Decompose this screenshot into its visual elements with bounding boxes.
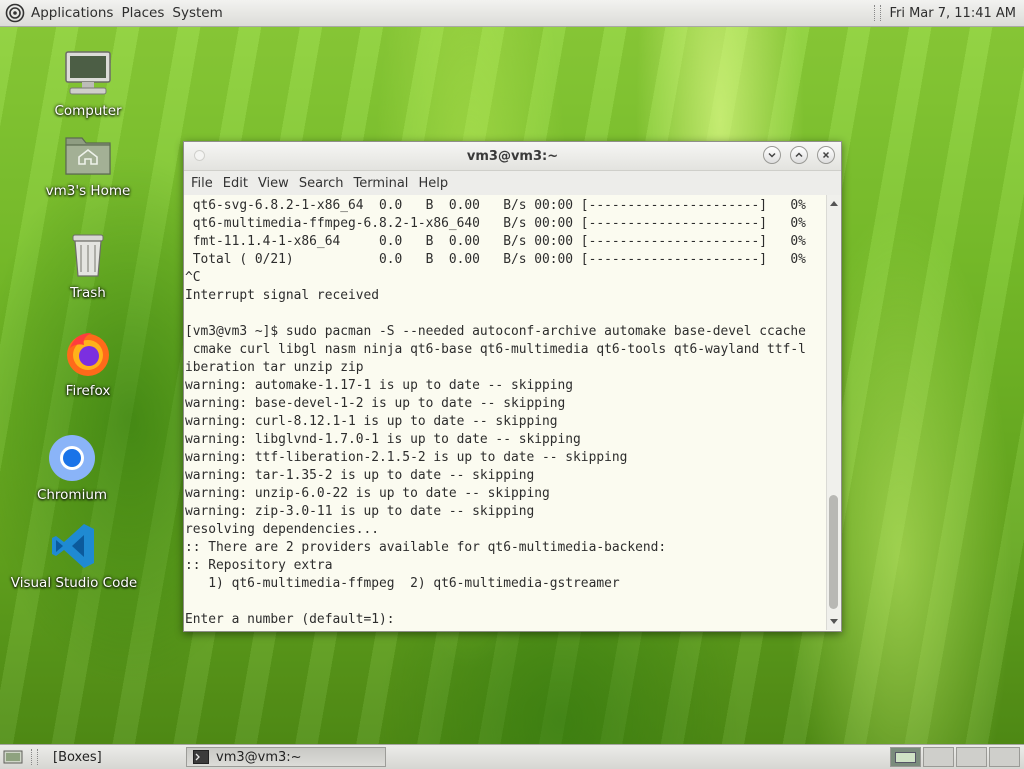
minimize-button[interactable] (763, 146, 781, 164)
terminal-lines: qt6-svg-6.8.2-1-x86_64 0.0 B 0.00 B/s 00… (184, 195, 827, 629)
places-menu[interactable]: Places (119, 5, 170, 21)
system-menu[interactable]: System (170, 5, 228, 21)
terminal-line: warning: zip-3.0-11 is up to date -- ski… (185, 504, 535, 519)
desktop-icon-trash[interactable]: Trash (33, 230, 143, 301)
vscode-icon (52, 524, 94, 568)
menu-search[interactable]: Search (294, 176, 349, 191)
terminal-line: warning: unzip-6.0-22 is up to date -- s… (185, 486, 550, 501)
scroll-up-arrow-icon[interactable] (830, 201, 838, 206)
terminal-menubar: File Edit View Search Terminal Help (184, 171, 841, 196)
terminal-line: ^C (185, 270, 201, 285)
desktop-icon-label: Trash (70, 285, 106, 301)
chromium-icon (49, 435, 95, 481)
terminal-line: [vm3@vm3 ~]$ sudo pacman -S --needed aut… (185, 324, 806, 339)
workspace-2[interactable] (923, 747, 954, 767)
window-title: vm3@vm3:~ (466, 148, 559, 164)
chevron-up-icon (795, 152, 803, 158)
terminal-line: :: There are 2 providers available for q… (185, 540, 667, 555)
terminal-window[interactable]: vm3@vm3:~ File Edit View Search Terminal… (183, 141, 842, 632)
distro-logo-icon[interactable] (5, 3, 25, 23)
clock[interactable]: Fri Mar 7, 11:41 AM (889, 6, 1016, 21)
terminal-line: qt6-svg-6.8.2-1-x86_64 0.0 B 0.00 B/s 00… (185, 198, 806, 213)
workspace-3[interactable] (956, 747, 987, 767)
show-desktop-icon[interactable] (3, 749, 23, 765)
close-button[interactable] (817, 146, 835, 164)
terminal-line: cmake curl libgl nasm ninja qt6-base qt6… (185, 342, 806, 357)
terminal-line: fmt-11.1.4-1-x86_64 0.0 B 0.00 B/s 00:00… (185, 234, 806, 249)
taskbar-item-boxes[interactable]: [Boxes] (46, 747, 186, 767)
workspace-4[interactable] (989, 747, 1020, 767)
terminal-line: warning: base-devel-1-2 is up to date --… (185, 396, 566, 411)
menu-terminal[interactable]: Terminal (348, 176, 413, 191)
desktop-icon-vscode[interactable]: Visual Studio Code (11, 520, 137, 591)
terminal-icon (193, 750, 209, 764)
computer-icon (65, 51, 111, 95)
menu-file[interactable]: File (186, 176, 218, 191)
desktop-icon-label: Computer (54, 103, 122, 119)
desktop-icon-computer[interactable]: Computer (33, 48, 143, 119)
terminal-line: iberation tar unzip zip (185, 360, 364, 375)
terminal-line: warning: automake-1.17-1 is up to date -… (185, 378, 574, 393)
close-icon (822, 151, 830, 159)
taskbar-item-label: vm3@vm3:~ (216, 749, 302, 765)
terminal-titlebar[interactable]: vm3@vm3:~ (184, 142, 841, 171)
menu-view[interactable]: View (253, 176, 294, 191)
panel-handle[interactable] (874, 5, 882, 21)
menu-help[interactable]: Help (413, 176, 453, 191)
workspace-switcher (888, 747, 1020, 767)
terminal-line: 1) qt6-multimedia-ffmpeg 2) qt6-multimed… (185, 576, 620, 591)
scroll-down-arrow-icon[interactable] (830, 619, 838, 624)
panel-handle[interactable] (31, 749, 38, 765)
terminal-line: Total ( 0/21) 0.0 B 0.00 B/s 00:00 [----… (185, 252, 806, 267)
terminal-line: resolving dependencies... (185, 522, 380, 537)
terminal-line: Interrupt signal received (185, 288, 380, 303)
terminal-scrollbar[interactable] (826, 195, 841, 630)
terminal-line: warning: tar-1.35-2 is up to date -- ski… (185, 468, 535, 483)
bottom-panel: [Boxes] vm3@vm3:~ (0, 744, 1024, 769)
maximize-button[interactable] (790, 146, 808, 164)
desktop-icon-firefox[interactable]: Firefox (33, 328, 143, 399)
terminal-output[interactable]: qt6-svg-6.8.2-1-x86_64 0.0 B 0.00 B/s 00… (184, 195, 827, 630)
taskbar-item-terminal[interactable]: vm3@vm3:~ (186, 747, 386, 767)
desktop-icon-chromium[interactable]: Chromium (17, 432, 127, 503)
terminal-line: qt6-multimedia-ffmpeg-6.8.2-1-x86_640 B/… (185, 216, 806, 231)
window-menu-icon[interactable] (194, 150, 205, 161)
terminal-line: warning: curl-8.12.1-1 is up to date -- … (185, 414, 558, 429)
home-folder-icon (65, 137, 111, 175)
desktop-icon-label: Firefox (65, 383, 111, 399)
workspace-1[interactable] (890, 747, 921, 767)
top-panel: Applications Places System Fri Mar 7, 11… (0, 0, 1024, 27)
menu-edit[interactable]: Edit (218, 176, 253, 191)
desktop-icon-label: Chromium (36, 487, 108, 503)
taskbar-item-label: [Boxes] (53, 749, 102, 765)
terminal-line: Enter a number (default=1): (185, 612, 395, 627)
terminal-line: :: Repository extra (185, 558, 333, 573)
terminal-line: warning: ttf-liberation-2.1.5-2 is up to… (185, 450, 628, 465)
terminal-line: warning: libglvnd-1.7.0-1 is up to date … (185, 432, 581, 447)
chevron-down-icon (768, 152, 776, 158)
desktop-icon-label: Visual Studio Code (10, 575, 138, 591)
scrollbar-thumb[interactable] (829, 495, 838, 609)
applications-menu[interactable]: Applications (29, 5, 119, 21)
desktop-icon-home[interactable]: vm3's Home (33, 128, 143, 199)
trash-icon (72, 234, 104, 277)
firefox-icon (67, 332, 109, 376)
desktop-icon-label: vm3's Home (45, 183, 131, 199)
